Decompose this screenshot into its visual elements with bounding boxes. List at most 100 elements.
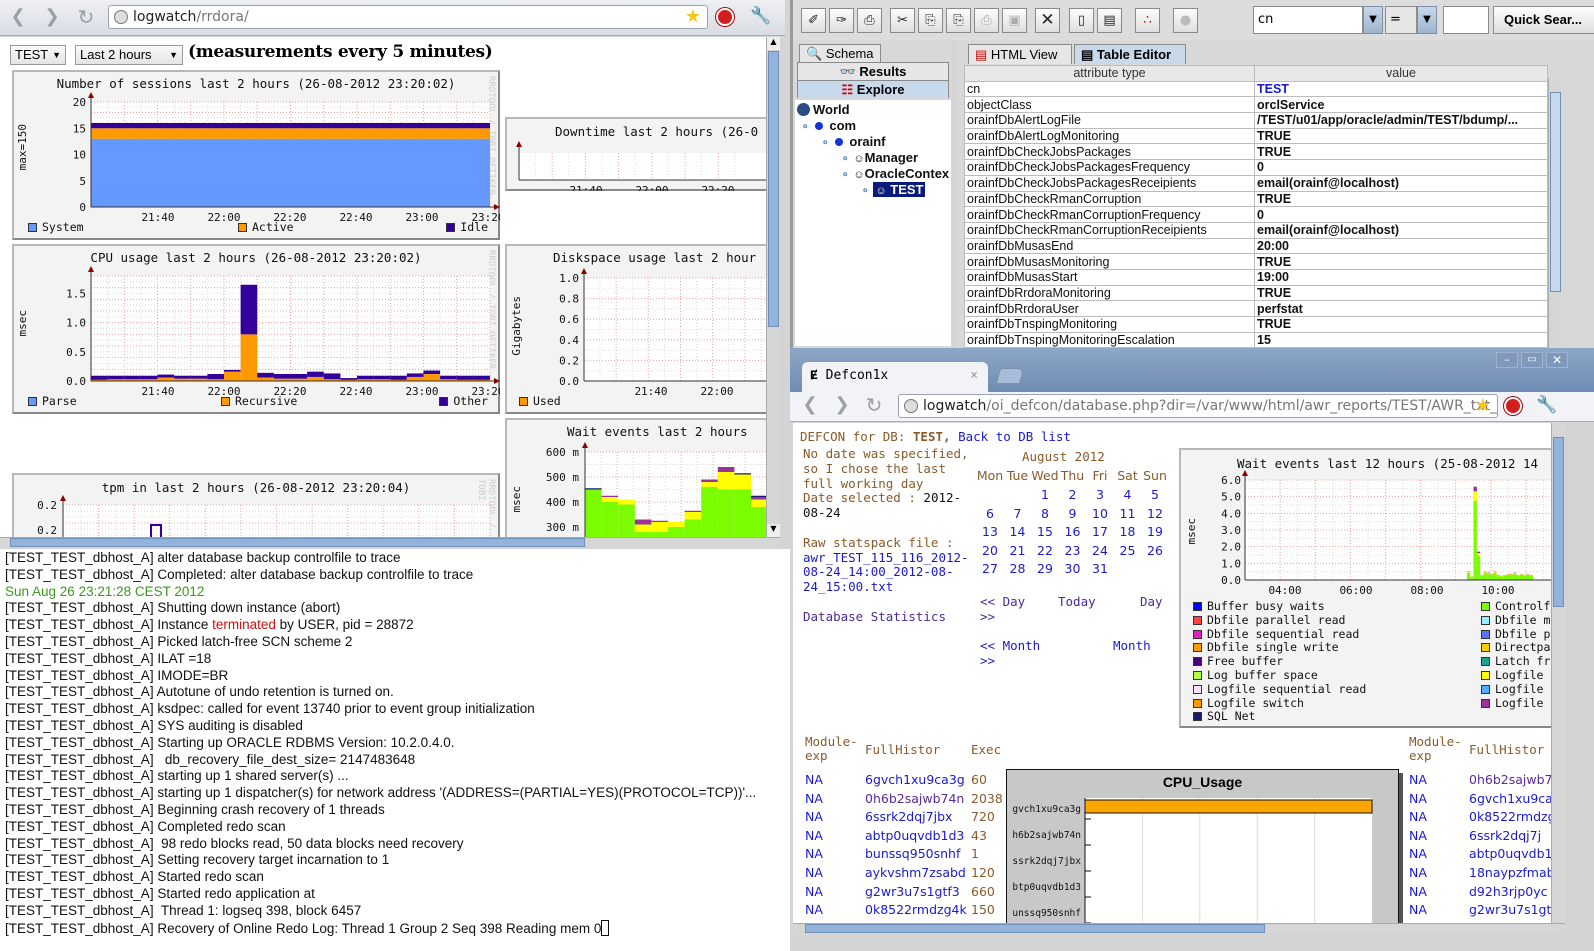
copy-icon[interactable]: ⎘ <box>918 8 943 33</box>
calendar-day[interactable]: 9 <box>1059 506 1087 521</box>
attribute-row[interactable]: orainfDbTnspingMonitoringEscalation 15 <box>964 331 1548 349</box>
tree-node-world[interactable]: World <box>797 102 850 118</box>
attribute-row[interactable]: orainfDbCheckRmanCorruptionFrequency 0 <box>964 206 1548 223</box>
calendar-day[interactable]: 19 <box>1141 524 1169 539</box>
attribute-row[interactable]: orainfDbAlertLogFile/TEST/u01/app/oracle… <box>964 112 1548 129</box>
calendar-day[interactable]: 13 <box>976 524 1004 539</box>
hscroll-thumb[interactable] <box>10 538 585 547</box>
tab-defcon[interactable]: Ɇ Defcon1x × <box>802 362 988 392</box>
sql-id-link[interactable]: g2wr3u7s1gt <box>1469 901 1551 920</box>
db-select[interactable]: TEST ▼ <box>10 45 66 65</box>
next-day-link[interactable]: Day <box>1140 594 1163 610</box>
connect-icon[interactable]: ✐ <box>801 8 826 33</box>
attribute-row[interactable]: orainfDbCheckJobsPackagesFrequency 0 <box>964 159 1548 176</box>
calendar-day[interactable]: 8 <box>1031 506 1059 521</box>
column-header-attribute[interactable]: attribute type <box>964 65 1255 82</box>
bookmark-star-icon[interactable]: ★ <box>1475 395 1491 417</box>
attribute-row[interactable]: orainfDbCheckJobsPackagesReceipients emai… <box>964 174 1548 192</box>
search-operator-dropdown[interactable]: ▼ <box>1417 6 1437 34</box>
attribute-row[interactable]: orainfDbRrdoraMonitoring TRUE <box>964 284 1548 302</box>
calendar-day[interactable]: 30 <box>1059 561 1087 576</box>
sql-id-link[interactable]: 6gvch1xu9ca3g <box>865 771 965 790</box>
reload-button[interactable]: ↻ <box>862 393 886 417</box>
sql-id-link[interactable]: 0h6b2sajwb74n <box>865 790 964 809</box>
calendar-day[interactable]: 21 <box>1004 543 1032 558</box>
calendar-day[interactable]: 28 <box>1004 561 1032 576</box>
paste-icon[interactable]: ⎙ <box>974 8 999 33</box>
calendar-day[interactable]: 24 <box>1086 543 1114 558</box>
attribute-row[interactable]: orainfDbCheckJobsPackages TRUE <box>964 143 1548 161</box>
sql-id-link[interactable]: 6gvch1xu9ca <box>1469 790 1551 809</box>
scroll-up-arrow[interactable]: ▲ <box>767 37 780 50</box>
attribute-row[interactable]: orainfDbCheckRmanCorruption TRUE <box>964 190 1548 208</box>
paste-tree-icon[interactable]: ▣ <box>1002 8 1027 33</box>
calendar-day[interactable]: 11 <box>1114 506 1142 521</box>
attribute-row[interactable]: orainfDbMusasStart 19:00 <box>964 268 1548 286</box>
attribute-value[interactable]: /TEST/u01/app/oracle/admin/TEST/bdump/..… <box>1254 112 1548 129</box>
wrench-menu-icon[interactable]: 🔧 <box>750 6 771 26</box>
today-link[interactable]: Today <box>1058 594 1096 610</box>
tab-results[interactable]: 👓 Results <box>797 62 949 80</box>
column-header-value[interactable]: value <box>1254 65 1548 82</box>
rrdora-vertical-scrollbar[interactable]: ▲ ▼ <box>766 37 780 537</box>
sql-id-link[interactable]: abtp0uqvdb1 <box>1469 845 1551 864</box>
sql-id-link[interactable]: aykvshm7zsabd <box>865 864 966 883</box>
address-bar[interactable]: logwatch/oi_defcon/database.php?dir=/var… <box>898 394 1498 418</box>
calendar-day[interactable]: 16 <box>1059 524 1087 539</box>
tab-explore[interactable]: ☷ Explore <box>797 80 949 98</box>
calendar-day[interactable]: 22 <box>1031 543 1059 558</box>
attribute-row[interactable]: orainfDbAlertLogMonitoring TRUE <box>964 127 1548 145</box>
sql-id-link[interactable]: 0k8522rmdzg4k <box>865 901 967 920</box>
reload-button[interactable]: ↻ <box>74 5 98 29</box>
new-entry-icon[interactable]: ▯ <box>1069 8 1094 33</box>
attribute-value[interactable]: email(orainf@localhost) <box>1254 174 1548 192</box>
attribute-value[interactable]: TRUE <box>1254 127 1548 145</box>
attribute-value[interactable]: TEST <box>1254 80 1548 98</box>
calendar-day[interactable]: 4 <box>1114 487 1142 502</box>
sql-id-link[interactable]: g2wr3u7s1gtf3 <box>865 883 960 902</box>
calendar-day[interactable]: 15 <box>1031 524 1059 539</box>
sql-id-link[interactable]: 0k8522rmdzg <box>1469 808 1551 827</box>
back-button[interactable]: ❮ <box>6 5 30 29</box>
attribute-value[interactable]: 0 <box>1254 206 1548 223</box>
search-operator-field[interactable]: = <box>1385 6 1417 34</box>
tab-schema[interactable]: 🔍 Schema <box>799 44 881 62</box>
new-tab-button[interactable] <box>995 368 1025 384</box>
calendar-day[interactable]: 26 <box>1141 543 1169 558</box>
attribute-value[interactable]: TRUE <box>1254 284 1548 302</box>
stop-icon[interactable]: ● <box>1173 8 1198 33</box>
scroll-thumb[interactable] <box>1550 92 1561 292</box>
calendar-day[interactable]: 10 <box>1086 506 1114 521</box>
attribute-row[interactable]: orainfDbRrdoraUser perfstat <box>964 300 1548 317</box>
scroll-down-arrow[interactable]: ▼ <box>767 524 780 537</box>
prev-day-link[interactable]: << Day <box>980 594 1025 609</box>
attribute-value[interactable]: TRUE <box>1254 253 1548 270</box>
attribute-row[interactable]: cn TEST <box>964 80 1548 98</box>
sql-id-link[interactable]: 0h6b2sajwb7 <box>1469 771 1551 790</box>
hscroll-thumb[interactable] <box>805 924 1265 933</box>
attribute-value[interactable]: email(orainf@localhost) <box>1254 221 1548 239</box>
attribute-value[interactable]: TRUE <box>1254 143 1548 161</box>
edit-entry-icon[interactable]: ▤ <box>1097 8 1122 33</box>
tab-html-view[interactable]: ▤ HTML View <box>968 44 1072 64</box>
attribute-value[interactable]: 20:00 <box>1254 237 1548 255</box>
calendar-day[interactable]: 27 <box>976 561 1004 576</box>
terminal-log[interactable]: [TEST_TEST_dbhost_A] alter database back… <box>0 549 790 951</box>
tab-table-editor[interactable]: ▤ Table Editor <box>1074 44 1186 64</box>
calendar-day[interactable]: 14 <box>1004 524 1032 539</box>
calendar-day[interactable]: 23 <box>1059 543 1087 558</box>
back-to-db-list-link[interactable]: Back to DB list <box>958 429 1071 444</box>
adblock-icon[interactable] <box>716 8 734 26</box>
search-value-field[interactable] <box>1443 6 1489 34</box>
defcon-horizontal-scrollbar[interactable] <box>793 923 1565 934</box>
scroll-thumb[interactable] <box>768 51 779 327</box>
wrench-menu-icon[interactable]: 🔧 <box>1536 395 1557 415</box>
attribute-row[interactable]: orainfDbMusasEnd 20:00 <box>964 237 1548 255</box>
next-month-link[interactable]: Month <box>1113 638 1151 654</box>
disconnect-icon[interactable]: ✑ <box>829 8 854 33</box>
attribute-row[interactable]: orainfDbTnspingMonitoring TRUE <box>964 316 1548 333</box>
sql-id-link[interactable]: bunssq950snhf <box>865 845 960 864</box>
calendar-day[interactable]: 3 <box>1086 487 1114 502</box>
copy-dn-icon[interactable]: ⎘ <box>946 8 971 33</box>
adblock-icon[interactable] <box>1504 397 1522 415</box>
